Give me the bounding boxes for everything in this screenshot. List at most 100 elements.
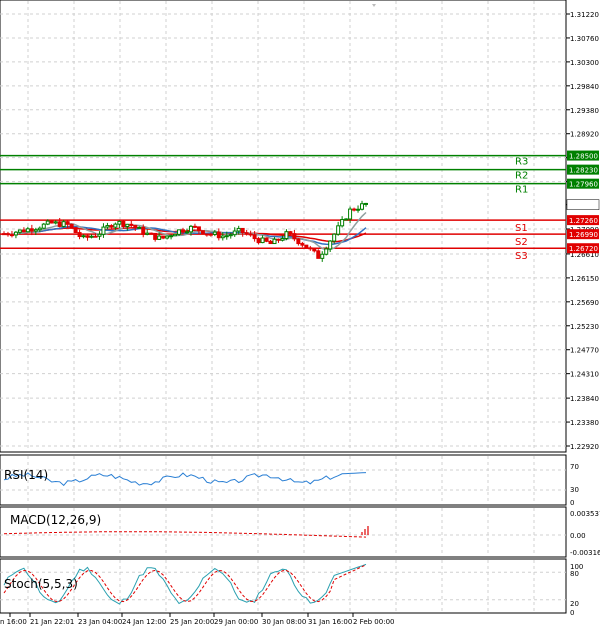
candle-body: [45, 220, 50, 225]
candle-body: [364, 202, 368, 205]
pivot-label-r1: R1: [515, 185, 528, 196]
candle-body: [41, 223, 46, 229]
price-tick-label: 1.25690: [570, 299, 599, 307]
candle-body: [165, 235, 170, 239]
price-tick-label: 1.23380: [570, 419, 599, 427]
candle[interactable]: [149, 232, 154, 235]
price-tick-label: 1.26150: [570, 275, 599, 283]
candle-body: [97, 233, 102, 237]
candle[interactable]: [173, 233, 178, 237]
candle-body: [169, 235, 174, 238]
candle-body: [244, 232, 249, 235]
candle-body: [101, 226, 106, 235]
candle-body: [129, 223, 134, 226]
macd-axis: 0.003537 0.00 -0.003165: [570, 510, 600, 557]
candle-body: [53, 221, 58, 224]
candle-body: [93, 235, 98, 238]
stoch-pane-frame: [0, 558, 567, 614]
time-tick-label: 21 Jan 22:01: [30, 618, 74, 626]
stoch-tick-label: 80: [570, 570, 579, 578]
candle[interactable]: [264, 237, 269, 243]
time-tick-label: 2 Feb 00:00: [353, 618, 394, 626]
price-tick-label: 1.24770: [570, 347, 599, 355]
candle-body: [292, 233, 297, 240]
pivot-price-tag-label: 1.26990: [569, 231, 598, 239]
candle-body: [192, 225, 197, 228]
candle-body: [356, 208, 361, 211]
candle-body: [316, 250, 321, 259]
candle-body: [133, 224, 138, 229]
candle-body: [2, 233, 6, 236]
main-pane-frame: [0, 0, 567, 453]
rsi-tick-label: 70: [570, 463, 579, 471]
candle-body: [25, 228, 30, 233]
macd-pane[interactable]: MACD(12,26,9): [0, 506, 567, 558]
candle-body: [73, 227, 78, 234]
candle[interactable]: [316, 249, 321, 259]
candle[interactable]: [200, 230, 205, 235]
rsi-tick-label: 0: [570, 499, 574, 507]
pivot-price-tag-label: 1.27960: [569, 181, 598, 189]
candle-body: [232, 230, 237, 236]
time-tick-label: 24 Jan 12:00: [122, 618, 166, 626]
candle-body: [57, 221, 62, 227]
pivot-label-r2: R2: [515, 171, 528, 182]
candle-body: [332, 233, 337, 242]
rsi-tick-label: 30: [570, 486, 579, 494]
time-tick-label: 29 Jan 00:00: [214, 618, 258, 626]
candle-body: [300, 243, 305, 246]
candle[interactable]: [73, 227, 78, 234]
candle-body: [304, 244, 309, 249]
candle-body: [284, 231, 289, 240]
candle-body: [272, 238, 277, 245]
candle[interactable]: [69, 223, 74, 229]
macd-title: MACD(12,26,9): [10, 513, 101, 527]
candle-body: [236, 227, 241, 232]
candle-body: [125, 223, 130, 227]
candle-body: [216, 231, 221, 239]
candle-body: [145, 232, 150, 235]
candle-body: [109, 225, 114, 228]
candle-body: [121, 220, 126, 227]
candle-body: [220, 235, 225, 239]
candle-body: [320, 253, 325, 259]
candle-body: [208, 233, 213, 236]
candle-body: [264, 237, 269, 242]
pivot-label-r3: R3: [515, 157, 528, 168]
candle-body: [224, 235, 229, 238]
candle[interactable]: [41, 222, 46, 229]
stoch-pane[interactable]: Stoch(5,5,3): [0, 558, 567, 614]
candle-body: [340, 219, 345, 227]
candle-body: [212, 231, 217, 235]
candle-body: [348, 208, 353, 220]
candle-body: [181, 229, 186, 233]
stoch-axis: 10080200: [570, 563, 583, 617]
price-tick-label: 1.29380: [570, 107, 599, 115]
candle-body: [61, 221, 66, 227]
candle-body: [252, 234, 257, 240]
candle-body: [69, 223, 74, 229]
candle-body: [29, 228, 34, 232]
candle-body: [105, 225, 110, 228]
trading-chart[interactable]: R3 R2 R1 S1 S2 S3 1.31220 1.30760 1.30300 1.2984…: [0, 0, 600, 628]
rsi-pane[interactable]: RSI(14): [0, 454, 567, 506]
candle-body: [228, 234, 233, 237]
candle-body: [89, 235, 94, 238]
candle-body: [113, 223, 118, 228]
current-price-tag: [566, 199, 600, 210]
candle[interactable]: [304, 244, 309, 249]
candle-body: [65, 221, 70, 225]
stoch-tick-label: 0: [570, 609, 574, 617]
candle-body: [344, 218, 349, 221]
candle-body: [204, 233, 209, 236]
time-tick-label: 30 Jan 08:00: [262, 618, 306, 626]
candle-body: [137, 226, 142, 229]
price-tick-label: 1.22920: [570, 443, 599, 451]
candle-body: [153, 232, 158, 240]
rsi-axis: 70 30 0: [570, 463, 579, 507]
candle-body: [196, 226, 201, 232]
time-axis: n 16:00 21 Jan 22:01 23 Jan 04:00 24 Jan 12…: [0, 613, 394, 626]
main-price-pane[interactable]: R3 R2 R1 S1 S2 S3: [0, 0, 567, 453]
candle-body: [296, 238, 301, 245]
price-tick-label: 1.29840: [570, 83, 599, 91]
